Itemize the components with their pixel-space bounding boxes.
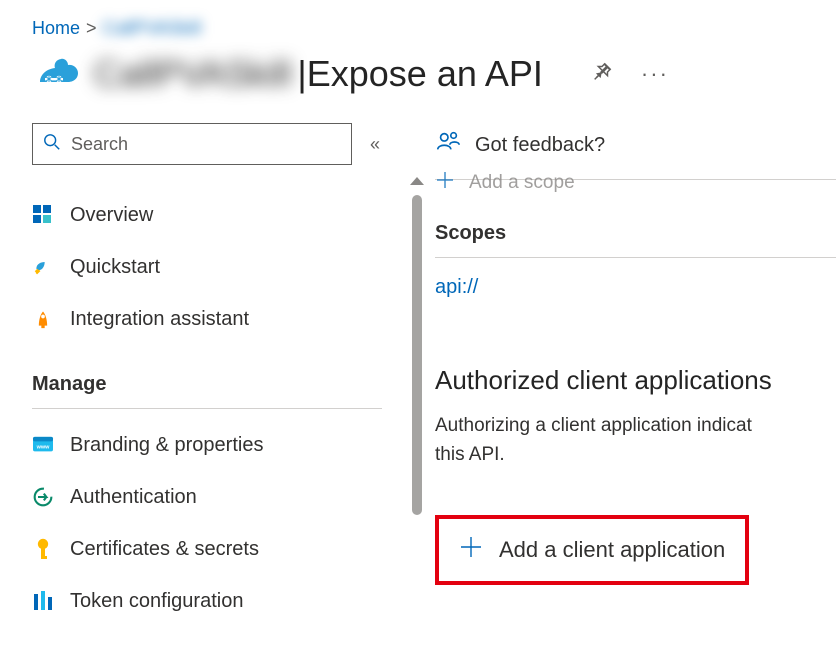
- token-config-icon: [32, 591, 54, 611]
- sidebar-item-label: Branding & properties: [70, 434, 263, 457]
- sidebar: « Overview: [0, 123, 390, 618]
- sidebar-item-authentication[interactable]: Authentication: [32, 471, 390, 523]
- certificates-icon: [32, 538, 54, 560]
- authentication-icon: [32, 487, 54, 507]
- sidebar-item-label: Overview: [70, 204, 153, 227]
- page-title-section: Expose an API: [307, 53, 543, 95]
- breadcrumb-app-name[interactable]: CallPVASkill: [103, 18, 202, 39]
- more-icon[interactable]: ···: [641, 61, 669, 87]
- page-title-row: CallPVASkill | Expose an API ···: [0, 39, 836, 123]
- add-scope-button[interactable]: Add a scope: [435, 170, 836, 196]
- sidebar-item-label: Token configuration: [70, 590, 243, 613]
- page-title: CallPVASkill | Expose an API: [94, 53, 543, 95]
- page-title-app-name: CallPVASkill: [94, 53, 297, 95]
- app-registration-icon: [32, 54, 80, 94]
- add-client-application-label: Add a client application: [499, 537, 725, 563]
- scope-uri-link[interactable]: api://: [435, 276, 836, 299]
- sidebar-item-branding[interactable]: www Branding & properties: [32, 419, 390, 471]
- add-scope-label: Add a scope: [469, 172, 575, 194]
- sidebar-section-manage: Manage: [32, 373, 390, 396]
- sidebar-item-overview[interactable]: Overview: [32, 189, 390, 241]
- authorized-clients-description: Authorizing a client application indicat…: [435, 412, 836, 469]
- plus-icon: [435, 170, 455, 196]
- sidebar-item-quickstart[interactable]: Quickstart: [32, 241, 390, 293]
- plus-icon: [459, 535, 483, 565]
- sidebar-item-label: Quickstart: [70, 256, 160, 279]
- add-client-application-button[interactable]: Add a client application: [435, 515, 749, 585]
- authorized-clients-heading: Authorized client applications: [435, 365, 836, 396]
- sidebar-divider: [32, 408, 382, 409]
- breadcrumb: Home > CallPVASkill: [0, 0, 836, 39]
- chevron-right-icon: >: [86, 18, 97, 39]
- search-field[interactable]: [69, 133, 341, 156]
- sidebar-item-label: Integration assistant: [70, 308, 249, 331]
- sidebar-item-certificates[interactable]: Certificates & secrets: [32, 523, 390, 575]
- page-title-sep: |: [297, 53, 306, 95]
- pin-icon[interactable]: [591, 61, 613, 88]
- sidebar-item-label: Authentication: [70, 486, 197, 509]
- svg-text:www: www: [36, 445, 50, 451]
- overview-icon: [32, 205, 54, 225]
- feedback-label: Got feedback?: [475, 134, 605, 157]
- sidebar-item-label: Certificates & secrets: [70, 538, 259, 561]
- quickstart-icon: [32, 257, 54, 277]
- breadcrumb-home[interactable]: Home: [32, 18, 80, 39]
- scrollbar-up-icon[interactable]: [410, 177, 424, 185]
- branding-icon: www: [32, 436, 54, 454]
- main-content: Got feedback? Add a scope Scopes api:// …: [390, 123, 836, 618]
- sidebar-scrollbar[interactable]: [412, 183, 428, 523]
- divider: [435, 257, 836, 258]
- search-icon: [43, 133, 61, 156]
- sidebar-item-token-config[interactable]: Token configuration: [32, 575, 390, 627]
- feedback-icon: [435, 129, 461, 161]
- sidebar-item-integration[interactable]: Integration assistant: [32, 293, 390, 345]
- scrollbar-thumb[interactable]: [412, 195, 422, 515]
- feedback-link[interactable]: Got feedback?: [435, 127, 836, 163]
- collapse-sidebar-icon[interactable]: «: [370, 134, 380, 155]
- integration-icon: [32, 309, 54, 329]
- search-input[interactable]: [32, 123, 352, 165]
- scopes-heading: Scopes: [435, 222, 836, 245]
